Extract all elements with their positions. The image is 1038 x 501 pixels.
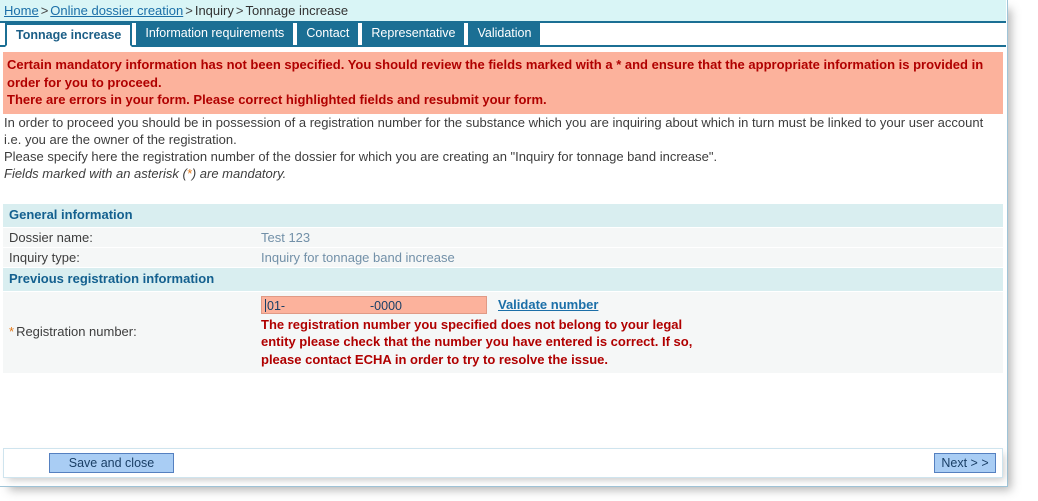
table-row: * Registration number: 01- -0000 Validate n… — [3, 291, 1003, 373]
breadcrumb-separator: > — [40, 3, 49, 18]
form-table: General information Dossier name: Test 1… — [3, 203, 1003, 373]
section-header-previous-registration-information: Previous registration information — [3, 267, 1003, 292]
section-title-previous-registration: Previous registration information — [3, 267, 1003, 292]
error-banner-line2: There are errors in your form. Please co… — [7, 92, 547, 107]
required-asterisk-icon: * — [9, 324, 15, 340]
registration-number-value-suffix: -0000 — [370, 298, 402, 313]
text-caret — [265, 298, 266, 312]
section-title-general-information: General information — [3, 203, 1003, 228]
breadcrumb-item-tonnage-increase: Tonnage increase — [245, 3, 349, 18]
form-button-bar: Save and close Next > > — [3, 448, 1003, 478]
registration-number-value-prefix: 01- — [267, 298, 286, 313]
registration-number-input[interactable]: 01- -0000 — [261, 295, 487, 314]
registration-number-input-row: 01- -0000 Validate number — [261, 295, 1003, 314]
form-error-banner: Certain mandatory information has not be… — [3, 52, 1003, 114]
tab-contact[interactable]: Contact — [297, 23, 359, 45]
table-row: Dossier name: Test 123 — [3, 227, 1003, 248]
breadcrumb-item-inquiry: Inquiry — [194, 3, 234, 18]
value-dossier-name: Test 123 — [261, 227, 1003, 248]
registration-number-cell: 01- -0000 Validate number The registration… — [261, 291, 1003, 373]
validate-number-link[interactable]: Validate number — [498, 297, 598, 312]
next-button[interactable]: Next > > — [934, 453, 996, 473]
page-content: Home > Online dossier creation > Inquiry > Ton… — [0, 0, 1006, 485]
mandatory-note-post: ) are mandatory. — [191, 165, 287, 181]
label-dossier-name: Dossier name: — [3, 227, 261, 248]
intro-paragraph-2: Please specify here the registration num… — [4, 148, 718, 164]
error-banner-line1-pre: Certain mandatory information has not be… — [7, 57, 617, 72]
table-row: Inquiry type: Inquiry for tonnage band i… — [3, 247, 1003, 268]
application-window: Home > Online dossier creation > Inquiry > Ton… — [0, 0, 1038, 501]
save-and-close-button[interactable]: Save and close — [49, 453, 174, 473]
tab-validation[interactable]: Validation — [468, 23, 541, 45]
registration-number-label-text: Registration number: — [16, 324, 137, 340]
breadcrumb: Home > Online dossier creation > Inquiry > Ton… — [0, 0, 1006, 23]
breadcrumb-separator: > — [235, 3, 244, 18]
tab-representative[interactable]: Representative — [362, 23, 465, 45]
intro-text-block: In order to proceed you should be in pos… — [0, 114, 1006, 182]
breadcrumb-item-home[interactable]: Home — [4, 3, 39, 18]
mandatory-fields-note: Fields marked with an asterisk (*) are m… — [4, 165, 1000, 182]
tab-tonnage-increase[interactable]: Tonnage increase — [5, 23, 133, 47]
section-header-general-information: General information — [3, 203, 1003, 228]
value-inquiry-type: Inquiry for tonnage band increase — [261, 247, 1003, 268]
mandatory-note-pre: Fields marked with an asterisk ( — [4, 165, 187, 181]
breadcrumb-separator: > — [185, 3, 193, 18]
browser-content-frame: Home > Online dossier creation > Inquiry > Ton… — [0, 0, 1008, 487]
breadcrumb-item-online-dossier-creation[interactable]: Online dossier creation — [50, 3, 183, 18]
intro-paragraph-1: In order to proceed you should be in pos… — [4, 114, 984, 147]
tab-bar: Tonnage increase Information requirements… — [0, 23, 1006, 47]
label-inquiry-type: Inquiry type: — [3, 247, 261, 268]
registration-number-error-message: The registration number you specified do… — [261, 316, 693, 367]
tab-information-requirements[interactable]: Information requirements — [136, 23, 294, 45]
label-registration-number: * Registration number: — [3, 291, 261, 373]
